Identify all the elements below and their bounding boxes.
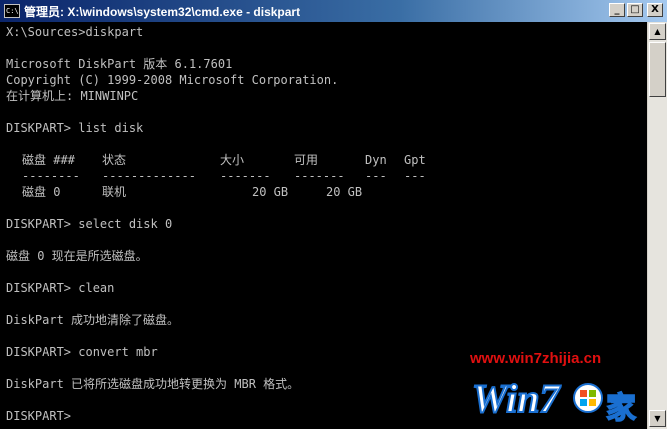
table-header: 可用 (294, 153, 319, 167)
maximize-button[interactable]: □ (627, 3, 643, 17)
watermark-logo-text: Win7 (472, 376, 561, 421)
table-cell-free: 20 GB (326, 185, 363, 199)
window-title: 管理员: X:\windows\system32\cmd.exe - diskp… (24, 4, 301, 19)
table-separator: --- (365, 169, 387, 183)
console-line: 磁盘 0 现在是所选磁盘。 (6, 249, 148, 263)
scroll-down-arrow-icon[interactable]: ▼ (649, 410, 666, 427)
console-line: DiskPart 已将所选磁盘成功地转更换为 MBR 格式。 (6, 377, 300, 391)
console-line: DISKPART> clean (6, 281, 115, 295)
win7-logo-icon: Win7 家 (471, 375, 637, 427)
table-separator: ------- (220, 169, 271, 183)
watermark-logo-suffix: 家 (606, 391, 636, 426)
cmd-window: C:\ 管理员: X:\windows\system32\cmd.exe - d… (0, 0, 667, 429)
table-cell-disk: 磁盘 0 (22, 185, 61, 199)
console-line: DISKPART> list disk (6, 121, 144, 135)
title-bar[interactable]: C:\ 管理员: X:\windows\system32\cmd.exe - d… (0, 0, 667, 22)
vertical-scrollbar[interactable]: ▲ ▼ (647, 22, 667, 429)
scroll-thumb[interactable] (649, 42, 666, 97)
table-header: Gpt (404, 153, 426, 167)
table-cell-status: 联机 (102, 185, 127, 199)
scroll-up-arrow-icon[interactable]: ▲ (649, 23, 666, 40)
console-line: 在计算机上: MINWINPC (6, 89, 139, 103)
table-separator: ------- (294, 169, 345, 183)
console-line: DISKPART> select disk 0 (6, 217, 173, 231)
table-separator: -------- (22, 169, 80, 183)
cmd-icon[interactable]: C:\ (4, 4, 20, 18)
table-separator: ------------- (102, 169, 196, 183)
console-line: DISKPART> convert mbr (6, 345, 158, 359)
console-line: Copyright (C) 1999-2008 Microsoft Corpor… (6, 73, 339, 87)
console-line: X:\Sources>diskpart (6, 25, 144, 39)
table-header: 磁盘 ### (22, 153, 75, 167)
console-line: DiskPart 成功地清除了磁盘。 (6, 313, 180, 327)
table-separator: --- (404, 169, 426, 183)
watermark: www.win7zhijia.cn Win7 家 (470, 350, 640, 429)
table-header: Dyn (365, 153, 387, 167)
console-prompt[interactable]: DISKPART> (6, 408, 71, 424)
table-cell-size: 20 GB (252, 185, 289, 199)
table-header: 大小 (220, 153, 245, 167)
close-button[interactable]: X (647, 3, 663, 17)
watermark-url: www.win7zhijia.cn (470, 350, 602, 367)
minimize-button[interactable]: _ (609, 3, 625, 17)
table-header: 状态 (102, 153, 127, 167)
window-controls: _ □ X (609, 3, 663, 17)
console-line: Microsoft DiskPart 版本 6.1.7601 (6, 57, 233, 71)
